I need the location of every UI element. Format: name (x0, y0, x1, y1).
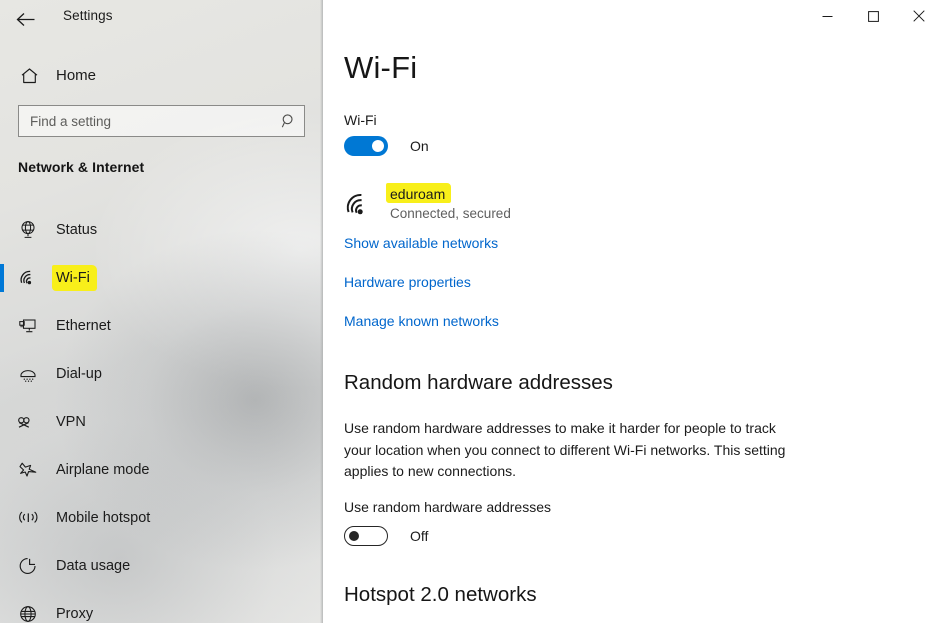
wifi-toggle-label: Wi-Fi (344, 112, 377, 128)
main-content: Wi-Fi Wi-Fi On eduroam Connected, secure… (323, 0, 942, 623)
connected-network[interactable]: eduroam Connected, secured (344, 183, 511, 223)
close-icon (913, 10, 925, 22)
wifi-signal-icon (344, 186, 378, 223)
vpn-icon (16, 414, 40, 430)
sidebar-item-data-usage-label: Data usage (56, 558, 131, 574)
back-arrow-icon (16, 12, 34, 26)
sidebar-item-proxy[interactable]: Proxy (0, 590, 323, 623)
title-bar: Settings (0, 0, 323, 38)
sidebar-item-airplane-mode[interactable]: Airplane mode (0, 446, 323, 494)
sidebar-item-wifi-label: Wi-Fi (52, 265, 97, 291)
maximize-button[interactable] (850, 0, 896, 32)
ethernet-icon (16, 317, 40, 336)
minimize-button[interactable] (804, 0, 850, 32)
random-hardware-toggle-state: Off (410, 528, 429, 544)
toggle-knob (372, 140, 384, 152)
page-title: Wi-Fi (344, 50, 418, 85)
settings-window: Settings Home Network & Internet (0, 0, 942, 623)
category-heading: Network & Internet (18, 159, 145, 175)
sidebar-item-dialup-label: Dial-up (56, 366, 102, 382)
hotspot-heading: Hotspot 2.0 networks (344, 583, 537, 606)
sidebar-item-vpn[interactable]: VPN (0, 398, 323, 446)
hardware-properties-link[interactable]: Hardware properties (344, 274, 471, 290)
sidebar-item-home-label: Home (56, 67, 97, 84)
network-status-icon (16, 220, 40, 240)
airplane-icon (16, 461, 40, 480)
network-status: Connected, secured (390, 206, 511, 221)
sidebar-item-dialup[interactable]: Dial-up (0, 350, 323, 398)
sidebar: Settings Home Network & Internet (0, 0, 323, 623)
show-available-networks-link[interactable]: Show available networks (344, 235, 498, 251)
toggle-knob (349, 530, 359, 541)
random-hardware-toggle-row: Off (344, 526, 428, 546)
random-hardware-toggle[interactable] (344, 526, 388, 546)
sidebar-item-status-label: Status (56, 222, 98, 238)
sidebar-item-airplane-mode-label: Airplane mode (56, 462, 150, 478)
selection-indicator (0, 264, 4, 292)
search-input[interactable] (19, 113, 274, 129)
wifi-toggle[interactable] (344, 136, 388, 156)
close-button[interactable] (896, 0, 942, 32)
sidebar-item-ethernet-label: Ethernet (56, 318, 111, 334)
network-name: eduroam (386, 183, 452, 203)
random-hardware-toggle-label: Use random hardware addresses (344, 499, 551, 515)
sidebar-item-status[interactable]: Status (0, 206, 323, 254)
wifi-toggle-state: On (410, 138, 429, 154)
window-controls (804, 0, 942, 32)
sidebar-item-proxy-label: Proxy (56, 606, 94, 622)
data-usage-icon (16, 556, 40, 576)
network-texts: eduroam Connected, secured (386, 183, 511, 221)
random-hardware-heading: Random hardware addresses (344, 371, 613, 394)
home-icon (18, 67, 40, 85)
sidebar-item-mobile-hotspot-label: Mobile hotspot (56, 510, 151, 526)
sidebar-item-mobile-hotspot[interactable]: Mobile hotspot (0, 494, 323, 542)
back-button[interactable] (10, 5, 40, 33)
sidebar-item-ethernet[interactable]: Ethernet (0, 302, 323, 350)
search-icon[interactable] (274, 113, 304, 129)
maximize-icon (867, 10, 879, 22)
wifi-icon (16, 269, 40, 287)
dialup-icon (16, 365, 40, 384)
manage-known-networks-link[interactable]: Manage known networks (344, 313, 499, 329)
sidebar-item-home[interactable]: Home (0, 59, 300, 92)
proxy-globe-icon (16, 604, 40, 623)
hotspot-icon (16, 509, 40, 527)
minimize-icon (822, 15, 832, 17)
sidebar-item-wifi[interactable]: Wi-Fi (0, 254, 323, 302)
window-title: Settings (63, 8, 113, 23)
search-box[interactable] (18, 105, 305, 137)
sidebar-item-vpn-label: VPN (56, 414, 86, 430)
sidebar-nav: Status Wi-Fi Ethernet Dial-up VPN Airpla… (0, 206, 323, 623)
random-hardware-description: Use random hardware addresses to make it… (344, 420, 786, 479)
sidebar-item-data-usage[interactable]: Data usage (0, 542, 323, 590)
wifi-toggle-row: On (344, 136, 429, 156)
